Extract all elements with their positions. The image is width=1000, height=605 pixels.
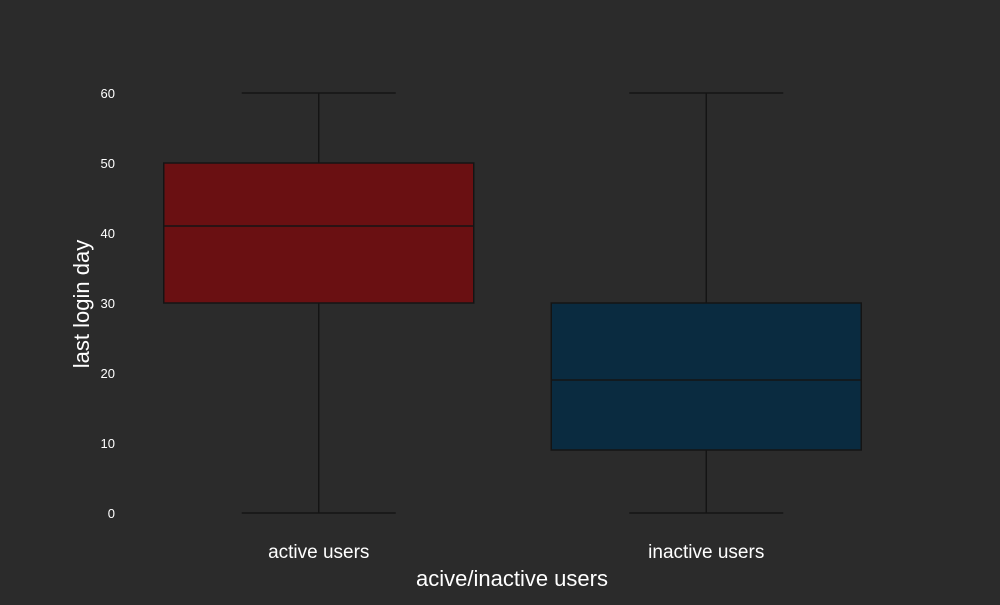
box-group-2 — [550, 92, 862, 514]
y-tick-label: 20 — [101, 366, 115, 381]
y-tick-label: 60 — [101, 86, 115, 101]
iqr-box — [550, 302, 862, 451]
y-axis-label: last login day — [69, 240, 94, 368]
box-plot-chart: 0 10 20 30 40 50 60 active users inactive users… — [69, 86, 862, 591]
x-tick-label: active users — [268, 542, 369, 563]
y-axis-ticks: 0 10 20 30 40 50 60 — [101, 86, 115, 521]
x-axis-ticks: active users inactive users — [268, 542, 764, 563]
boxes-layer — [163, 92, 862, 514]
y-tick-label: 0 — [108, 506, 115, 521]
chart-root: 0 10 20 30 40 50 60 active users inactive users… — [0, 0, 1000, 600]
y-tick-label: 40 — [101, 226, 115, 241]
box-group-1 — [163, 92, 475, 514]
y-tick-label: 50 — [101, 156, 115, 171]
iqr-box — [163, 162, 475, 304]
x-tick-label: inactive users — [648, 542, 764, 563]
y-tick-label: 30 — [101, 296, 115, 311]
x-axis-label: acive/inactive users — [416, 566, 608, 591]
y-tick-label: 10 — [101, 436, 115, 451]
